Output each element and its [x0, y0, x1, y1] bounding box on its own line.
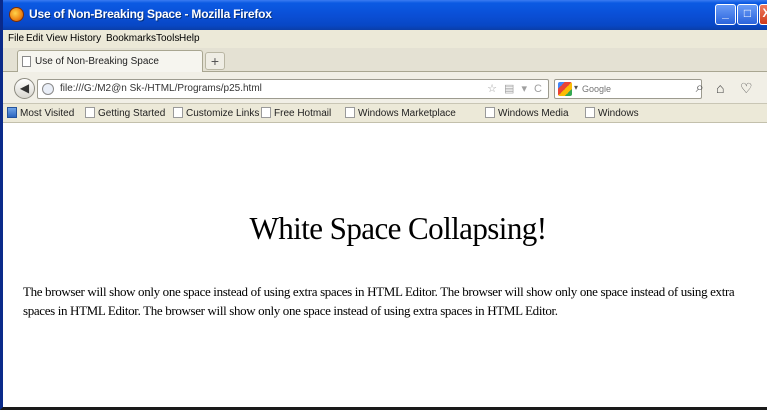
minimize-icon: _ [722, 6, 729, 20]
address-bar[interactable]: file:///G:/M2@n Sk-/HTML/Programs/p25.ht… [37, 79, 549, 99]
bookmarks-toolbar: Most Visited Getting Started Customize L… [3, 104, 767, 123]
menu-history[interactable]: History [70, 33, 101, 44]
page-icon [585, 107, 595, 118]
shield-icon[interactable]: ♡ [740, 80, 753, 97]
firefox-logo-icon [9, 7, 24, 22]
menu-bookmarks[interactable]: Bookmarks [106, 33, 156, 44]
menu-help[interactable]: Help [179, 33, 200, 44]
bookmark-label: Windows [598, 108, 639, 119]
tab-active[interactable]: Use of Non-Breaking Space [17, 50, 203, 72]
back-button[interactable]: ◀ [14, 78, 35, 99]
page-content: White Space Collapsing! The browser will… [3, 124, 767, 407]
search-input[interactable] [582, 82, 692, 96]
bookmark-getting-started[interactable]: Getting Started [85, 107, 165, 119]
url-text: file:///G:/M2@n Sk-/HTML/Programs/p25.ht… [60, 83, 262, 94]
maximize-icon: □ [743, 6, 752, 20]
bookmark-label: Getting Started [98, 108, 166, 119]
page-paragraph: The browser will show only one space ins… [23, 284, 735, 318]
maximize-button[interactable]: □ [737, 4, 758, 25]
bookmark-customize-links[interactable]: Customize Links [173, 107, 259, 119]
minimize-button[interactable]: _ [715, 4, 736, 25]
bookmark-windows-marketplace[interactable]: Windows Marketplace [345, 107, 456, 119]
page-icon [85, 107, 95, 118]
page-icon [261, 107, 271, 118]
page-icon [485, 107, 495, 118]
chevron-down-icon[interactable]: ▾ [574, 83, 578, 92]
tab-label: Use of Non-Breaking Space [35, 56, 159, 67]
bookmark-label: Free Hotmail [274, 108, 332, 119]
bookmark-label: Windows Media [498, 108, 569, 119]
page-heading: White Space Collapsing! [249, 210, 548, 246]
page-icon [22, 56, 31, 67]
search-bar[interactable]: ▾ ⌕ [554, 79, 704, 99]
page-icon [345, 107, 355, 118]
most-visited-icon [7, 107, 17, 118]
bookmark-star-reload-icon[interactable]: ☆ ▤ ▾ C [487, 82, 544, 95]
new-tab-button[interactable]: + [205, 52, 225, 70]
page-icon [173, 107, 183, 118]
browser-window: Use of Non-Breaking Space - Mozilla Fire… [0, 0, 767, 410]
tab-strip: Use of Non-Breaking Space + [3, 48, 767, 72]
bookmark-label: Windows Marketplace [358, 108, 456, 119]
bookmark-windows[interactable]: Windows [585, 107, 639, 119]
close-icon: X [760, 6, 767, 20]
bookmark-windows-media[interactable]: Windows Media [485, 107, 569, 119]
bookmark-label: Customize Links [186, 108, 260, 119]
site-identity-icon[interactable] [42, 83, 54, 95]
menu-file[interactable]: File [8, 33, 24, 44]
google-search-engine-icon[interactable] [558, 82, 572, 96]
menu-tools[interactable]: Tools [156, 33, 179, 44]
menu-view[interactable]: View [46, 33, 68, 44]
search-icon[interactable]: ⌕ [696, 79, 704, 96]
window-title: Use of Non-Breaking Space - Mozilla Fire… [29, 7, 272, 21]
menu-bar: File Edit View History Bookmarks Tools H… [3, 30, 767, 48]
title-bar[interactable]: Use of Non-Breaking Space - Mozilla Fire… [3, 0, 767, 30]
bookmark-label: Most Visited [20, 108, 75, 119]
close-button[interactable]: X [759, 4, 767, 25]
menu-edit[interactable]: Edit [26, 33, 43, 44]
bookmark-most-visited[interactable]: Most Visited [7, 107, 74, 119]
bookmark-free-hotmail[interactable]: Free Hotmail [261, 107, 331, 119]
navigation-bar: ◀ file:///G:/M2@n Sk-/HTML/Programs/p25.… [3, 72, 767, 104]
home-icon[interactable]: ⌂ [716, 80, 724, 96]
